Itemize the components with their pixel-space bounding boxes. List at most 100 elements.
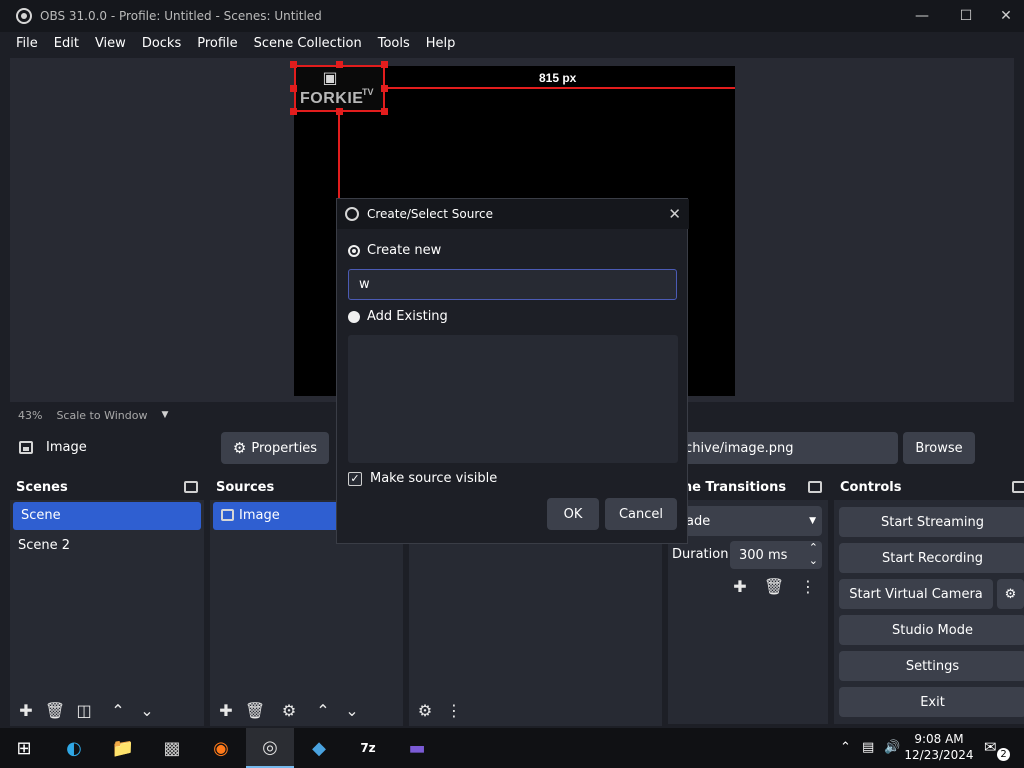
chevron-up-icon[interactable]: ⌃ <box>840 740 851 755</box>
app-icon[interactable]: ◆ <box>295 728 343 768</box>
gear-icon[interactable]: ⚙ <box>276 697 302 723</box>
resize-handle[interactable] <box>290 61 297 68</box>
forkie-logo-tv: TV <box>362 87 374 97</box>
settings-button[interactable]: Settings <box>839 651 1024 681</box>
resize-handle[interactable] <box>381 61 388 68</box>
menu-view[interactable]: View <box>87 32 134 56</box>
image-icon <box>221 509 234 521</box>
obs-logo-icon <box>345 207 359 221</box>
file-explorer-icon[interactable]: 📁 <box>99 728 147 768</box>
resize-handle[interactable] <box>290 108 297 115</box>
make-visible-label[interactable]: Make source visible <box>370 471 497 486</box>
add-icon[interactable]: ✚ <box>727 573 753 599</box>
menu-scene-collection[interactable]: Scene Collection <box>246 32 370 56</box>
distance-guide-horizontal <box>385 87 735 89</box>
trash-icon[interactable]: 🗑 <box>42 697 68 723</box>
menu-profile[interactable]: Profile <box>189 32 245 56</box>
undock-icon[interactable] <box>184 481 198 493</box>
distance-guide-vertical <box>338 112 340 198</box>
trash-icon[interactable]: 🗑 <box>761 573 787 599</box>
start-recording-button[interactable]: Start Recording <box>839 543 1024 573</box>
filter-icon[interactable]: ◫ <box>71 697 97 723</box>
menu-file[interactable]: File <box>8 32 46 56</box>
taskbar-clock[interactable]: 9:08 AM 12/23/2024 <box>904 731 974 763</box>
clock-date: 12/23/2024 <box>904 748 974 762</box>
add-icon[interactable]: ✚ <box>213 697 239 723</box>
edge-browser-icon[interactable]: ◐ <box>50 728 98 768</box>
ok-button[interactable]: OK <box>547 498 599 530</box>
current-source-name: Image <box>46 440 87 455</box>
notification-icon[interactable]: ✉ <box>984 738 997 756</box>
gear-icon: ⚙ <box>232 439 247 457</box>
add-existing-label[interactable]: Add Existing <box>367 309 448 324</box>
controls-header: Controls <box>834 474 1024 500</box>
duration-value: 300 ms <box>739 547 788 563</box>
stepper-icon[interactable]: ⌃ ⌄ <box>809 541 818 567</box>
app-icon[interactable]: ▩ <box>148 728 196 768</box>
dialog-title-bar: Create/Select Source ✕ <box>337 199 689 229</box>
undock-icon[interactable] <box>808 481 822 493</box>
menu-docks[interactable]: Docks <box>134 32 189 56</box>
close-icon[interactable]: ✕ <box>668 205 681 223</box>
create-new-radio[interactable] <box>348 245 360 257</box>
more-icon[interactable]: ⋮ <box>441 697 467 723</box>
browse-button[interactable]: Browse <box>903 432 975 464</box>
trash-icon[interactable]: 🗑 <box>242 697 268 723</box>
maximize-button[interactable]: ☐ <box>944 0 988 32</box>
chevron-up-icon[interactable]: ⌃ <box>105 697 131 723</box>
minimize-button[interactable]: — <box>900 0 944 32</box>
obs-taskbar-icon[interactable]: ◎ <box>246 728 294 768</box>
resize-handle[interactable] <box>336 61 343 68</box>
duration-spinbox[interactable]: 300 ms ⌃ ⌄ <box>730 541 822 569</box>
create-new-label[interactable]: Create new <box>367 243 441 258</box>
cancel-button[interactable]: Cancel <box>605 498 677 530</box>
notification-count: 2 <box>997 748 1010 761</box>
volume-icon[interactable]: 🔊 <box>884 740 900 755</box>
scene-item[interactable]: Scene 2 <box>10 532 204 560</box>
forkie-logo-text: FORKIE <box>300 90 364 107</box>
menu-tools[interactable]: Tools <box>370 32 418 56</box>
audio-mixer-toolbar: ⚙ ⋮ <box>409 694 662 726</box>
caret-down-icon[interactable]: ▼ <box>161 410 168 420</box>
gear-icon[interactable]: ⚙ <box>412 697 438 723</box>
chevron-down-icon[interactable]: ⌄ <box>134 697 160 723</box>
menu-edit[interactable]: Edit <box>46 32 87 56</box>
add-existing-radio[interactable] <box>348 311 360 323</box>
make-visible-checkbox[interactable]: ✓ <box>348 472 362 486</box>
clock-time: 9:08 AM <box>914 732 964 746</box>
image-icon <box>19 441 33 454</box>
resize-handle[interactable] <box>381 108 388 115</box>
undock-icon[interactable] <box>1012 481 1024 493</box>
close-window-button[interactable]: ✕ <box>988 0 1024 32</box>
windows-start-icon[interactable]: ⊞ <box>0 728 48 768</box>
firefox-icon[interactable]: ◉ <box>197 728 245 768</box>
network-icon[interactable]: ▤ <box>862 740 874 755</box>
caret-down-icon: ▼ <box>809 516 816 526</box>
chevron-up-icon[interactable]: ⌃ <box>310 697 336 723</box>
title-bar: OBS 31.0.0 - Profile: Untitled - Scenes:… <box>0 0 1024 32</box>
distance-label: 815 px <box>539 71 577 85</box>
resize-handle[interactable] <box>290 85 297 92</box>
studio-mode-button[interactable]: Studio Mode <box>839 615 1024 645</box>
gear-icon[interactable]: ⚙ <box>997 579 1024 609</box>
more-icon[interactable]: ⋮ <box>795 573 821 599</box>
exit-button[interactable]: Exit <box>839 687 1024 717</box>
chevron-down-icon[interactable]: ⌄ <box>339 697 365 723</box>
app-icon[interactable]: ▬ <box>393 728 441 768</box>
scenes-title: Scenes <box>16 479 68 495</box>
add-icon[interactable]: ✚ <box>13 697 39 723</box>
forkie-logo-icon: ▣ <box>322 68 338 87</box>
create-select-source-dialog: Create/Select Source ✕ Create new Add Ex… <box>336 198 689 544</box>
properties-button[interactable]: ⚙ Properties <box>221 432 329 464</box>
source-name-input[interactable] <box>348 269 677 300</box>
scale-mode-select[interactable]: Scale to Window <box>56 409 147 422</box>
start-virtual-camera-button[interactable]: Start Virtual Camera <box>839 579 993 609</box>
scene-item[interactable]: Scene <box>13 502 201 530</box>
existing-sources-list[interactable] <box>348 335 678 463</box>
transition-select[interactable]: ade ▼ <box>672 506 822 536</box>
scenes-header: Scenes <box>10 474 204 500</box>
7zip-icon[interactable]: 7z <box>344 728 392 768</box>
menu-help[interactable]: Help <box>418 32 464 56</box>
start-streaming-button[interactable]: Start Streaming <box>839 507 1024 537</box>
image-path-field[interactable]: rchive/image.png <box>670 432 898 464</box>
